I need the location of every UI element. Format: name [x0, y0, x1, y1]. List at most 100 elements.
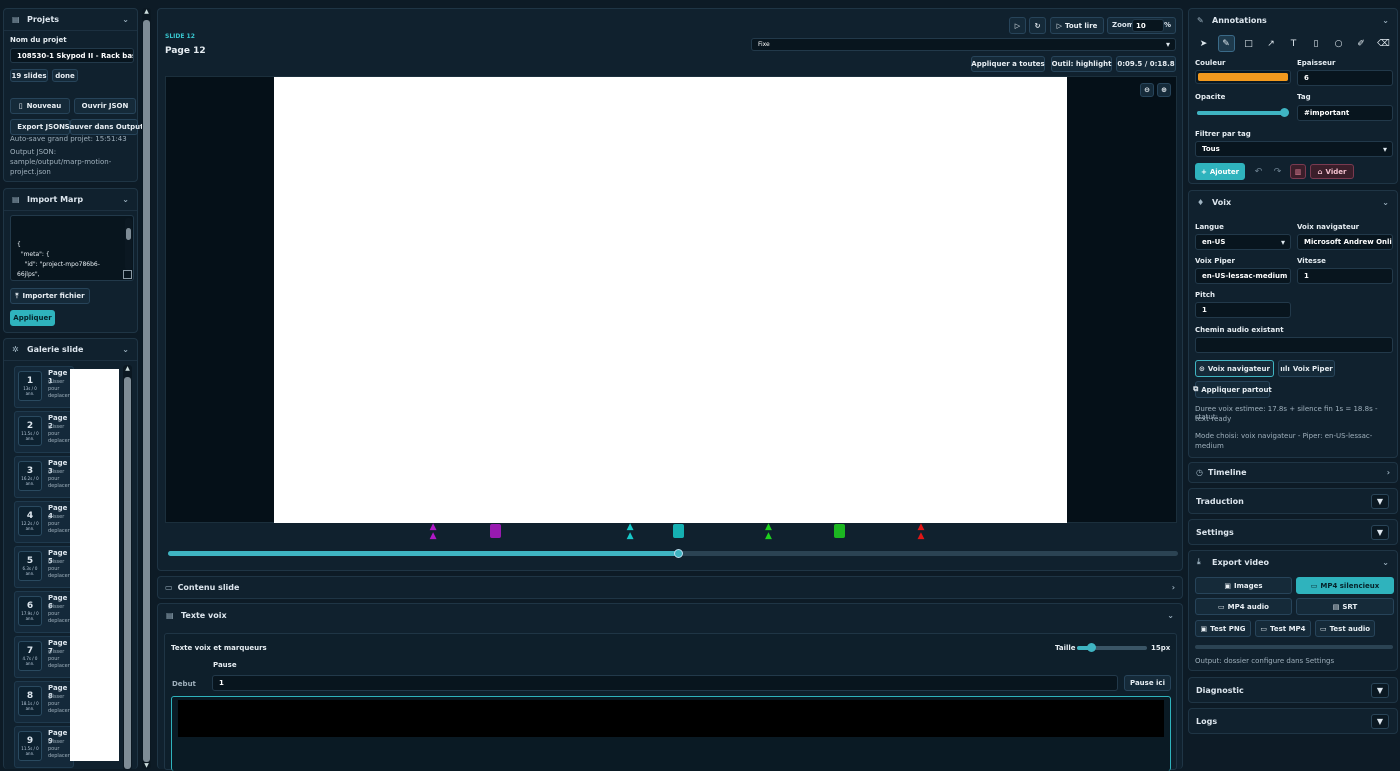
gallery-slide-item[interactable]: 6 17.9s / 0 ann. Page 6 glisser pour deplacer [14, 591, 74, 633]
traduction-section[interactable]: Traduction ▼ [1188, 488, 1398, 514]
nouveau-button[interactable]: ▯ Nouveau [10, 98, 70, 114]
chemin-input[interactable] [1195, 337, 1393, 353]
tag-input[interactable]: #important [1297, 105, 1393, 121]
srt-button[interactable]: ▤ SRT [1296, 598, 1394, 615]
chevron-down-icon[interactable]: ⌄ [1167, 611, 1174, 620]
marker-triangle-icon[interactable]: ▲ ▲ [765, 523, 772, 541]
scrollbar-thumb[interactable] [124, 377, 131, 769]
gallery-slide-item[interactable]: 4 12.2s / 0 ann. Page 4 glisser pour deplacer [14, 501, 74, 543]
json-textarea[interactable]: { "meta": { "id": "project-mpo786b6- 66jl… [10, 215, 134, 281]
opacite-slider[interactable] [1197, 108, 1290, 117]
timeline-handle[interactable] [674, 549, 684, 558]
gallery-slide-item[interactable]: 2 11.5s / 0 ann. Page 2 glisser pour deplacer [14, 411, 74, 453]
appliquer-partout-button[interactable]: ⧉ Appliquer partout [1193, 381, 1272, 398]
scroll-up-icon[interactable]: ▲ [142, 8, 151, 15]
taille-handle[interactable] [1087, 643, 1096, 652]
importer-fichier-button[interactable]: ⤒ Importer fichier [10, 288, 90, 304]
pen-icon[interactable]: ✐ [1353, 35, 1370, 52]
voix-navigateur-button[interactable]: ⊙ Voix navigateur [1195, 360, 1274, 377]
appliquer-button[interactable]: Appliquer [10, 310, 55, 326]
voix-header[interactable]: ♦ Voix ⌄ [1189, 191, 1397, 213]
voix-piper-select[interactable]: en-US-lessac-medium (w [1195, 268, 1291, 284]
restart-button[interactable]: ↻ [1029, 17, 1046, 34]
scroll-up-icon[interactable]: ▲ [123, 365, 132, 372]
texte-voix-header[interactable]: ▤ Texte voix ⌄ [158, 604, 1182, 626]
export-header[interactable]: ⤓ Export video ⌄ [1189, 551, 1397, 573]
test-png-button[interactable]: ▣ Test PNG [1195, 620, 1251, 637]
galerie-header[interactable]: ✲ Galerie slide ⌄ [4, 339, 137, 361]
diagnostic-section[interactable]: Diagnostic ▼ [1188, 677, 1398, 703]
import-header[interactable]: ▤ Import Marp ⌄ [4, 189, 137, 211]
circle-icon[interactable]: ○ [1330, 35, 1347, 52]
sauver-output-button[interactable]: Sauver dans Output [65, 119, 143, 135]
project-name-input[interactable]: 108530-1 Skypod II - Rack basics [10, 48, 134, 63]
mp4-audio-button[interactable]: ▭ MP4 audio [1195, 598, 1292, 615]
langue-select[interactable]: en-US [1195, 234, 1291, 250]
marker-triangle-icon[interactable]: ▲ ▲ [917, 523, 924, 541]
export-json-button[interactable]: Export JSON [10, 119, 70, 135]
timeline-slider[interactable] [168, 549, 1178, 558]
redo-icon[interactable]: ↷ [1269, 163, 1286, 180]
chevron-down-icon[interactable]: ⌄ [1382, 558, 1389, 567]
eraser-icon[interactable]: ⌫ [1375, 35, 1392, 52]
images-button[interactable]: ▣ Images [1195, 577, 1292, 594]
slide-canvas[interactable] [274, 77, 1067, 523]
pitch-input[interactable]: 1 [1195, 302, 1291, 318]
opacite-handle[interactable] [1280, 108, 1290, 117]
marker-triangle-icon[interactable]: ▲ ▲ [430, 523, 437, 541]
settings-section[interactable]: Settings ▼ [1188, 519, 1398, 545]
appliquer-toutes-button[interactable]: Appliquer a toutes [971, 56, 1045, 72]
projets-header[interactable]: ▤ Projets ⌄ [4, 9, 137, 31]
contenu-slide-section[interactable]: ▭ Contenu slide › [157, 576, 1183, 599]
transition-select[interactable]: Fixe [751, 38, 1176, 51]
left-column-scrollbar[interactable]: ▲ ▼ [142, 8, 151, 769]
chevron-down-icon[interactable]: ⌄ [1382, 198, 1389, 207]
chevron-down-icon[interactable]: ⌄ [122, 15, 129, 24]
pause-input[interactable]: 1 [212, 675, 1118, 691]
marker-square-icon[interactable] [490, 524, 502, 538]
note-icon[interactable]: ▯ [1308, 35, 1325, 52]
epaisseur-input[interactable]: 6 [1297, 70, 1393, 86]
play-button[interactable]: ▷ [1009, 17, 1026, 34]
gallery-slide-item[interactable]: 3 16.2s / 0 ann. Page 3 glisser pour deplacer [14, 456, 74, 498]
arrow-icon[interactable]: ↗ [1263, 35, 1280, 52]
zoom-out-button[interactable]: ⊖ [1140, 83, 1154, 97]
mp4-silencieux-button[interactable]: ▭ MP4 silencieux [1296, 577, 1394, 594]
annotations-header[interactable]: ✎ Annotations ⌄ [1189, 9, 1397, 31]
scrollbar-thumb[interactable] [143, 20, 150, 762]
gallery-slide-item[interactable]: 1 13s / 0 ann. Page 1 glisser pour deplacer [14, 366, 74, 408]
traduction-toggle[interactable]: ▼ [1371, 494, 1389, 509]
pointer-icon[interactable]: ➤ [1195, 35, 1212, 52]
voix-piper-button[interactable]: ıılı Voix Piper [1278, 360, 1335, 377]
highlight-icon[interactable]: ✎ [1217, 35, 1235, 52]
scroll-down-icon[interactable]: ▼ [142, 762, 151, 769]
taille-slider[interactable] [1077, 643, 1147, 652]
zoom-in-button[interactable]: ⊕ [1157, 83, 1171, 97]
couleur-picker[interactable] [1195, 70, 1291, 84]
test-mp4-button[interactable]: ▭ Test MP4 [1255, 620, 1311, 637]
ouvrir-json-button[interactable]: Ouvrir JSON [74, 98, 136, 114]
timeline-section[interactable]: ◷ Timeline › [1188, 462, 1398, 483]
scrollbar-thumb[interactable] [126, 228, 131, 240]
filtre-select[interactable]: Tous [1195, 141, 1393, 157]
undo-icon[interactable]: ↶ [1250, 163, 1267, 180]
pause-ici-button[interactable]: Pause ici [1124, 675, 1171, 691]
marker-square-icon[interactable] [673, 524, 685, 538]
vider-button[interactable]: ⌂ Vider [1310, 164, 1354, 179]
tout-lire-button[interactable]: ▷ Tout lire [1050, 17, 1104, 34]
text-icon[interactable]: T [1285, 35, 1302, 52]
logs-section[interactable]: Logs ▼ [1188, 708, 1398, 734]
chevron-down-icon[interactable]: ⌄ [122, 195, 129, 204]
ajouter-button[interactable]: + Ajouter [1195, 163, 1245, 180]
gallery-scrollbar[interactable]: ▲ [123, 365, 132, 770]
voice-text-editor[interactable] [171, 696, 1171, 771]
resize-handle[interactable] [123, 270, 132, 279]
gallery-slide-item[interactable]: 8 18.1s / 0 ann. Page 8 glisser pour deplacer [14, 681, 74, 723]
marker-square-icon[interactable] [833, 524, 845, 538]
vitesse-input[interactable]: 1 [1297, 268, 1393, 284]
diagnostic-toggle[interactable]: ▼ [1371, 683, 1389, 698]
zoom-input[interactable]: 10 [1132, 19, 1164, 32]
test-audio-button[interactable]: ▭ Test audio [1315, 620, 1375, 637]
gallery-slide-item[interactable]: 5 6.3s / 0 ann. Page 5 glisser pour deplacer [14, 546, 74, 588]
marker-triangle-icon[interactable]: ▲ ▲ [627, 523, 634, 541]
